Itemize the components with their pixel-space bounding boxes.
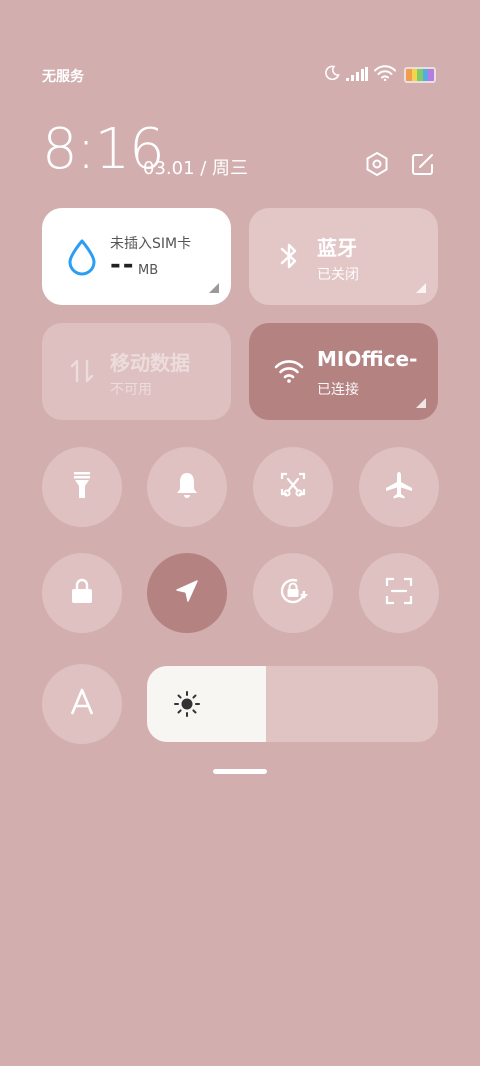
- tile-expand-corner: [209, 283, 219, 293]
- wifi-network-name: MIOffice-: [317, 347, 417, 371]
- bluetooth-icon: [273, 240, 305, 272]
- location-toggle[interactable]: [147, 553, 227, 633]
- bell-icon: [173, 470, 201, 504]
- wifi-status: 已连接: [317, 382, 359, 398]
- scan-icon: [384, 576, 414, 610]
- silent-toggle[interactable]: [147, 447, 227, 527]
- wifi-status-icon: [374, 65, 396, 85]
- wifi-icon: [273, 355, 305, 387]
- bluetooth-title: 蓝牙: [317, 236, 357, 260]
- scanner-toggle[interactable]: [359, 553, 439, 633]
- lock-screen-toggle[interactable]: [42, 553, 122, 633]
- tile-expand-corner: [416, 283, 426, 293]
- screenshot-toggle[interactable]: [253, 447, 333, 527]
- battery-icon: [404, 67, 436, 83]
- tile-data-usage[interactable]: 未插入SIM卡 -- MB: [42, 208, 231, 305]
- sun-icon: [173, 690, 201, 722]
- mobile-data-icon: [66, 355, 98, 387]
- status-icons: [324, 62, 436, 88]
- carrier-status: 无服务: [42, 69, 84, 85]
- signal-icon: [346, 66, 368, 85]
- panel-drag-handle[interactable]: [213, 769, 267, 774]
- tile-mobile-data[interactable]: 移动数据 不可用: [42, 323, 231, 420]
- rotation-lock-toggle[interactable]: [253, 553, 333, 633]
- flashlight-icon: [68, 470, 96, 504]
- airplane-mode-toggle[interactable]: [359, 447, 439, 527]
- settings-icon[interactable]: [362, 149, 392, 179]
- brightness-fill: [147, 666, 267, 742]
- screenshot-icon: [278, 470, 308, 504]
- tile-bluetooth[interactable]: 蓝牙 已关闭: [249, 208, 438, 305]
- airplane-icon: [384, 470, 414, 504]
- font-icon: [67, 687, 97, 721]
- lock-icon: [69, 577, 95, 609]
- battery-segment: [428, 69, 434, 81]
- edit-icon[interactable]: [408, 149, 438, 179]
- rotation-lock-icon: [276, 574, 310, 612]
- water-drop-icon: [66, 238, 98, 276]
- location-icon: [173, 577, 201, 609]
- tile-wifi[interactable]: MIOffice- 已连接: [249, 323, 438, 420]
- brightness-slider[interactable]: [147, 666, 438, 742]
- tile-expand-corner: [416, 398, 426, 408]
- moon-icon: [324, 65, 340, 85]
- mobile-data-status: 不可用: [110, 382, 152, 398]
- mobile-data-title: 移动数据: [110, 351, 190, 375]
- font-size-toggle[interactable]: [42, 664, 122, 744]
- data-usage-unit: MB: [138, 263, 159, 278]
- bluetooth-status: 已关闭: [317, 267, 359, 283]
- data-usage-value: --: [110, 250, 136, 280]
- clock-date: 03.01 / 周三: [143, 158, 249, 179]
- flashlight-toggle[interactable]: [42, 447, 122, 527]
